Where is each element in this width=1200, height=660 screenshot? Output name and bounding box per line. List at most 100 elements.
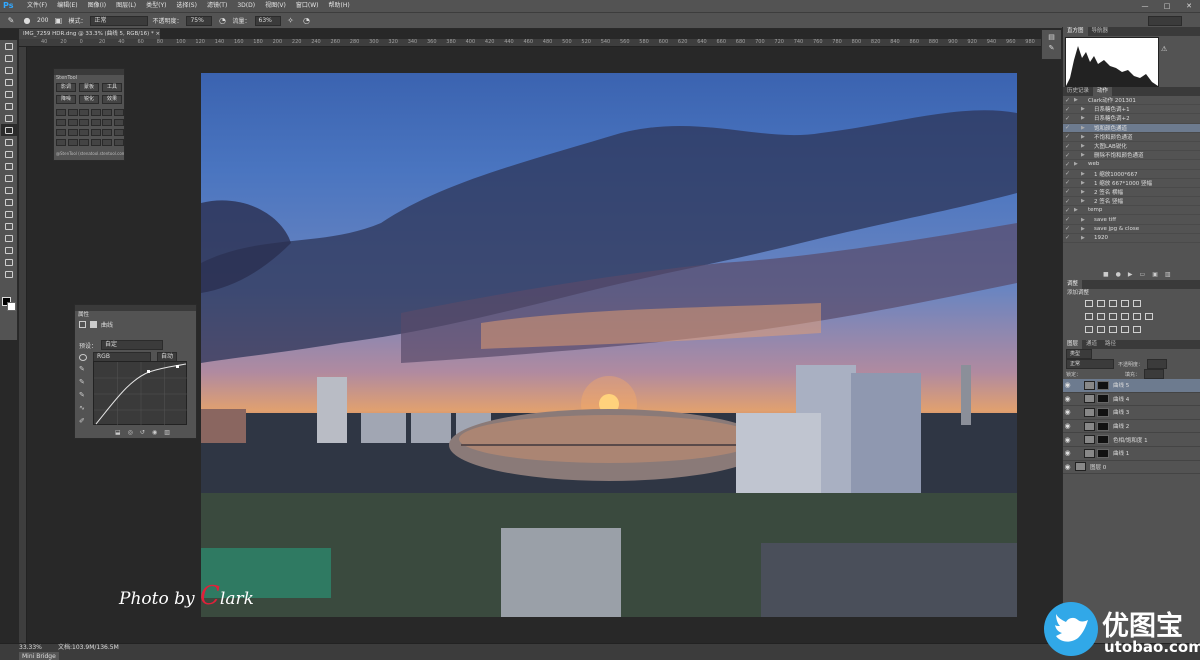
stn-small-button[interactable] bbox=[79, 119, 89, 126]
stn-small-button[interactable] bbox=[90, 139, 101, 146]
pencil-curve-icon[interactable]: ✐ bbox=[79, 417, 85, 425]
mini-bridge-tab[interactable]: Mini Bridge bbox=[19, 652, 59, 660]
eyedropper-gray-icon[interactable]: ✎ bbox=[79, 378, 85, 386]
histogram-panel-icon[interactable]: ▤ bbox=[1042, 33, 1061, 41]
lasso-tool-icon[interactable] bbox=[1, 64, 17, 76]
stn-small-button[interactable] bbox=[90, 129, 101, 136]
mask-icon[interactable] bbox=[90, 321, 97, 328]
tab-history[interactable]: 历史记录 bbox=[1063, 87, 1093, 96]
action-row[interactable]: ✓ ▶ 大图LAB锐化 bbox=[1063, 142, 1200, 152]
menu-file[interactable]: 文件(F) bbox=[22, 0, 52, 12]
action-row[interactable]: ✓ ▶ 2 签名 竖幅 bbox=[1063, 197, 1200, 207]
stn-small-button[interactable] bbox=[113, 139, 124, 146]
eye-visibility-icon[interactable]: ◉ bbox=[1063, 436, 1072, 444]
stn-small-button[interactable] bbox=[90, 109, 101, 116]
action-row[interactable]: ✓ ▶ 不饱和颜色通道 bbox=[1063, 133, 1200, 142]
stn-small-button[interactable] bbox=[67, 119, 78, 126]
shape-tool-icon[interactable] bbox=[1, 244, 17, 256]
menu-image[interactable]: 图像(I) bbox=[83, 0, 111, 12]
menu-window[interactable]: 窗口(W) bbox=[291, 0, 324, 12]
toggle-check-icon[interactable]: ✓ bbox=[1063, 143, 1072, 150]
blur-tool-icon[interactable] bbox=[1, 184, 17, 196]
toggle-check-icon[interactable]: ✓ bbox=[1063, 216, 1072, 223]
layer-row[interactable]: ◉ 曲线 1 bbox=[1063, 447, 1200, 461]
expand-arrow-icon[interactable]: ▶ bbox=[1072, 97, 1086, 103]
action-row[interactable]: ✓ ▶ save jpg & close bbox=[1063, 225, 1200, 234]
stn-small-button[interactable] bbox=[102, 119, 112, 126]
stn-button-tone[interactable]: 影调 bbox=[56, 83, 76, 92]
menu-type[interactable]: 类型(Y) bbox=[141, 0, 171, 12]
clip-to-layer-icon[interactable]: ⬓ bbox=[115, 429, 121, 436]
curves-adjustment-icon[interactable] bbox=[1109, 300, 1117, 307]
tab-channels[interactable]: 通道 bbox=[1082, 340, 1101, 349]
toggle-check-icon[interactable]: ✓ bbox=[1063, 198, 1072, 205]
tab-adjustments[interactable]: 调整 bbox=[1063, 280, 1083, 289]
menu-3d[interactable]: 3D(D) bbox=[232, 0, 260, 12]
vertical-ruler[interactable] bbox=[19, 47, 27, 643]
expand-arrow-icon[interactable]: ▶ bbox=[1072, 152, 1086, 158]
layer-mask-thumbnail[interactable] bbox=[1097, 407, 1109, 417]
tab-histogram[interactable]: 直方图 bbox=[1063, 27, 1088, 36]
stn-small-button[interactable] bbox=[67, 139, 78, 146]
eye-visibility-icon[interactable]: ◉ bbox=[1063, 381, 1072, 389]
stop-icon[interactable]: ■ bbox=[1103, 271, 1109, 278]
menu-view[interactable]: 视图(V) bbox=[260, 0, 291, 12]
expand-arrow-icon[interactable]: ▶ bbox=[1072, 207, 1086, 213]
new-set-icon[interactable]: ▭ bbox=[1140, 271, 1146, 278]
crop-tool-icon[interactable] bbox=[1, 88, 17, 100]
stn-small-button[interactable] bbox=[79, 109, 89, 116]
warning-icon[interactable]: ⚠ bbox=[1161, 45, 1167, 53]
dodge-tool-icon[interactable] bbox=[1, 196, 17, 208]
channel-mixer-adjustment-icon[interactable] bbox=[1133, 313, 1141, 320]
stn-small-button[interactable] bbox=[79, 129, 89, 136]
menu-help[interactable]: 帮助(H) bbox=[324, 0, 355, 12]
eye-visibility-icon[interactable]: ◉ bbox=[1063, 408, 1072, 416]
expand-arrow-icon[interactable]: ▶ bbox=[1072, 217, 1086, 223]
stn-button-sharpen[interactable]: 锐化 bbox=[79, 95, 99, 104]
brush-panel-icon[interactable]: ▣ bbox=[52, 15, 64, 26]
expand-arrow-icon[interactable]: ▶ bbox=[1072, 189, 1086, 195]
invert-adjustment-icon[interactable] bbox=[1085, 326, 1093, 333]
tab-actions[interactable]: 动作 bbox=[1093, 87, 1113, 96]
layer-mask-thumbnail[interactable] bbox=[1097, 421, 1109, 431]
toggle-check-icon[interactable]: ✓ bbox=[1063, 152, 1072, 159]
expand-arrow-icon[interactable]: ▶ bbox=[1072, 115, 1086, 121]
airbrush-icon[interactable]: ✧ bbox=[285, 15, 297, 26]
action-row[interactable]: ✓ ▶ save tiff bbox=[1063, 215, 1200, 225]
toggle-check-icon[interactable]: ✓ bbox=[1063, 188, 1072, 195]
eye-visibility-icon[interactable]: ◉ bbox=[1063, 422, 1072, 430]
spot-heal-tool-icon[interactable] bbox=[1, 112, 17, 124]
gradient-map-adjustment-icon[interactable] bbox=[1121, 326, 1129, 333]
action-row[interactable]: ✓ ▶ 2 签名 横幅 bbox=[1063, 188, 1200, 198]
path-select-tool-icon[interactable] bbox=[1, 232, 17, 244]
toggle-check-icon[interactable]: ✓ bbox=[1063, 133, 1072, 140]
action-row[interactable]: ✓ ▶ Clark动作 201301 bbox=[1063, 96, 1200, 106]
expand-arrow-icon[interactable]: ▶ bbox=[1072, 226, 1086, 232]
layer-fill-field[interactable] bbox=[1144, 369, 1165, 379]
action-row[interactable]: ✓ ▶ 1 缩放1000*667 bbox=[1063, 170, 1200, 179]
document-info[interactable]: 文档:103.9M/136.5M bbox=[58, 644, 119, 652]
expand-arrow-icon[interactable]: ▶ bbox=[1072, 171, 1086, 177]
curve-edit-icon[interactable]: ∿ bbox=[79, 404, 85, 412]
pressure-size-icon[interactable]: ◔ bbox=[301, 15, 313, 26]
expand-arrow-icon[interactable]: ▶ bbox=[1072, 134, 1086, 140]
document-tab[interactable]: IMG_7259 HDR.dng @ 33.3% (曲线 5, RGB/16) … bbox=[19, 29, 160, 39]
stn-button-tools[interactable]: 工具 bbox=[102, 83, 122, 92]
eyedropper-tool-icon[interactable] bbox=[1, 100, 17, 112]
toggle-check-icon[interactable]: ✓ bbox=[1063, 124, 1072, 131]
zoom-tool-icon[interactable] bbox=[1, 268, 17, 280]
delete-icon[interactable]: ▥ bbox=[164, 429, 170, 436]
reset-icon[interactable]: ↺ bbox=[140, 429, 145, 436]
toggle-check-icon[interactable]: ✓ bbox=[1063, 170, 1072, 177]
toggle-check-icon[interactable]: ✓ bbox=[1063, 106, 1072, 113]
eyedropper-white-icon[interactable]: ✎ bbox=[79, 391, 85, 399]
stn-small-button[interactable] bbox=[113, 109, 124, 116]
layer-row[interactable]: ◉ 曲线 2 bbox=[1063, 420, 1200, 434]
close-button[interactable]: ✕ bbox=[1178, 2, 1200, 10]
brush-tool-icon[interactable]: ✎ bbox=[5, 15, 17, 26]
expand-arrow-icon[interactable]: ▶ bbox=[1072, 161, 1086, 167]
blend-mode-select[interactable]: 正常 bbox=[1066, 359, 1114, 369]
expand-arrow-icon[interactable]: ▶ bbox=[1072, 180, 1086, 186]
stn-small-button[interactable] bbox=[113, 119, 124, 126]
workspace-switcher[interactable] bbox=[1148, 15, 1182, 26]
